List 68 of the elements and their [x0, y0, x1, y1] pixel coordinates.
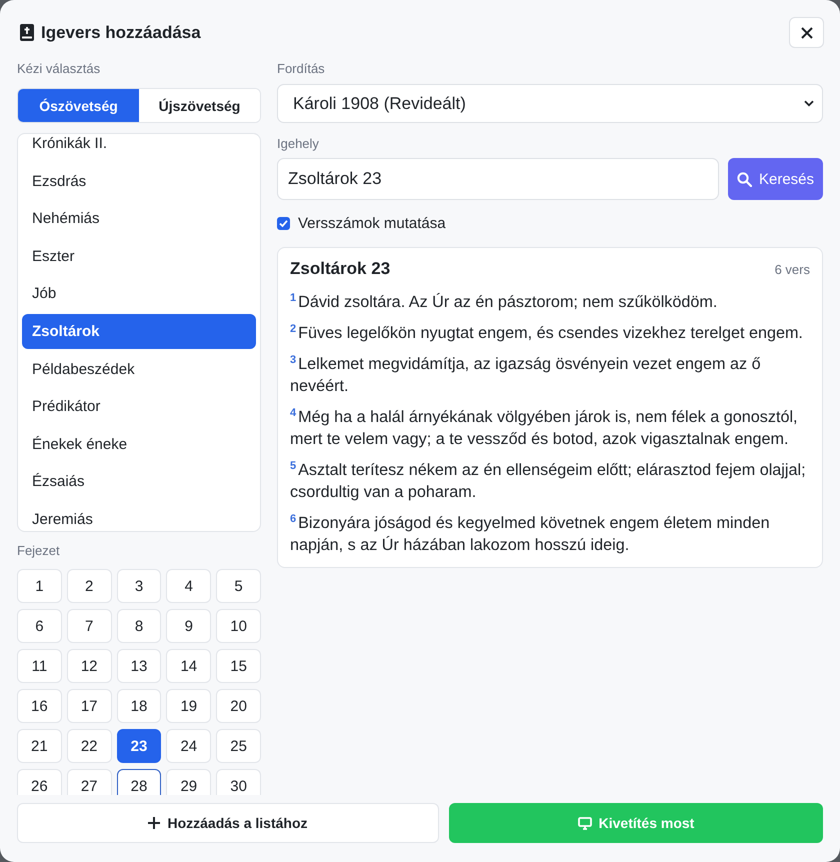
chevron-icon [804, 100, 814, 107]
chapter-label: Fejezet [17, 543, 61, 559]
search-icon [736, 172, 752, 186]
checkbox[interactable] [277, 216, 290, 230]
translation-label: Fordítás [277, 61, 326, 77]
chapter-button[interactable]: 18 [116, 689, 162, 723]
chapter-button[interactable]: 28 [116, 769, 162, 795]
verse-count: 6 vers [774, 262, 810, 276]
section-label: Kézi választás [17, 61, 102, 77]
chapter-button[interactable]: 1 [17, 569, 62, 603]
chapter-button[interactable]: 3 [116, 569, 162, 603]
book-item[interactable]: Krónikák II. [22, 134, 256, 161]
chapter-button[interactable]: 23 [116, 729, 162, 763]
verse-text: $^{3}$ Lelkemet megvidámítja, az igazság ösvényein vezet engem az ő nevéért. [290, 353, 762, 397]
chapter-button[interactable]: 21 [17, 729, 62, 763]
book-item[interactable]: Jeremiás [22, 502, 256, 531]
monitor-icon [578, 816, 592, 830]
book-item[interactable]: Ézsaiás [22, 464, 256, 500]
verse-text: $^{2}$ Füves legelőkön nyugtat engem, és csendes vizekhez terelget engem. [290, 322, 804, 344]
chapter-button[interactable]: 17 [66, 689, 112, 723]
dialog-title: Igevers hozzáadása [41, 22, 201, 42]
chapter-button[interactable]: 8 [116, 609, 162, 643]
chapter-button[interactable]: 12 [66, 649, 112, 683]
checkbox-label: Versszámok mutatása [298, 214, 446, 232]
verse-text: $^{4}$ Még ha a halál árnyékának völgyében járok is, nem félek a gonosztól, mert te velem vagy; a te vessződ és botod, azok vigasztalnak engem. [290, 406, 799, 450]
plus-icon [148, 817, 160, 829]
book-item[interactable]: Jób [22, 276, 256, 312]
chapter-button[interactable]: 29 [166, 769, 212, 795]
chapter-button[interactable]: 15 [216, 649, 261, 683]
chapter-button[interactable]: 22 [66, 729, 112, 763]
chapter-button[interactable]: 14 [166, 649, 212, 683]
chapter-button[interactable]: 27 [66, 769, 112, 795]
chapter-button[interactable]: 25 [216, 729, 261, 763]
book-item[interactable]: Prédikátor [22, 389, 256, 424]
chapter-button[interactable]: 13 [116, 649, 162, 683]
chapter-button[interactable]: 20 [216, 689, 261, 723]
book-item[interactable]: Zsoltárok [22, 314, 256, 349]
book-item[interactable]: Énekek éneke [22, 426, 256, 462]
chapter-button[interactable]: 4 [166, 569, 212, 603]
book-item[interactable]: Ezsdrás [22, 164, 256, 199]
chapter-button[interactable]: 26 [17, 769, 62, 795]
reference-label: Igehely [277, 136, 320, 152]
passage-title: Zsoltárok 23 [290, 259, 390, 279]
book-item[interactable]: Példabeszédek [22, 352, 256, 387]
add-to-list-button[interactable]: Hozzáadás a listához [17, 803, 439, 843]
chapter-button[interactable]: 10 [216, 609, 261, 643]
close-button[interactable] [789, 17, 824, 48]
book-item[interactable]: Nehémiás [22, 201, 256, 236]
testament-tab[interactable]: Ószövetség [18, 89, 139, 122]
verse-text: $^{6}$ Bizonyára jóságod és kegyelmed követnek engem életem minden napján, s az Úr házában lakozom hosszú ideig. [290, 512, 771, 556]
verse-text: $^{1}$ Dávid zsoltára. Az Úr az én pásztorom; nem szűkölködöm. [290, 291, 718, 313]
chapter-button[interactable]: 5 [216, 569, 261, 603]
translation-select[interactable]: Károli 1908 (Revideált) [277, 84, 823, 123]
verse-text: $^{5}$Asztalt terítesz nékem az én ellenségeim előtt; elárasztod fejem olajjal; csordultig van a poharam. [290, 459, 807, 503]
chapter-button[interactable]: 9 [166, 609, 212, 643]
book-icon [20, 24, 34, 41]
chapter-button[interactable]: 6 [17, 609, 62, 643]
chapter-button[interactable]: 16 [17, 689, 62, 723]
chapter-button[interactable]: 24 [166, 729, 212, 763]
search-button[interactable]: Keresés [728, 158, 823, 200]
close-icon [800, 26, 812, 38]
chapter-button[interactable]: 11 [17, 649, 62, 683]
chapter-button[interactable]: 30 [216, 769, 261, 795]
chapter-button[interactable]: 7 [66, 609, 112, 643]
chapter-button[interactable]: 19 [166, 689, 212, 723]
chapter-button[interactable]: 2 [66, 569, 112, 603]
reference-input[interactable]: Zsoltárok 23 [277, 158, 719, 200]
book-item[interactable]: Eszter [22, 238, 256, 274]
